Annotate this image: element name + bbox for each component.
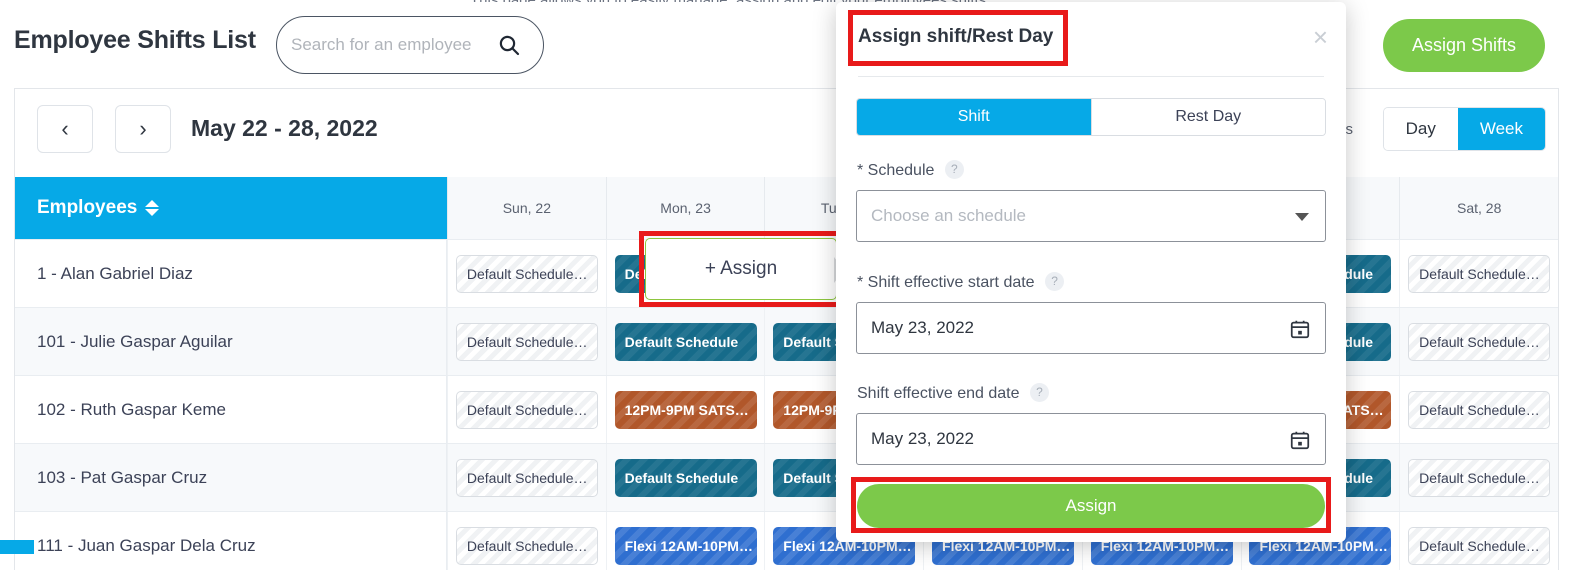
employee-name-cell: 102 - Ruth Gaspar Keme <box>15 376 447 443</box>
schedule-label: * Schedule ? <box>857 160 964 180</box>
shift-chip[interactable]: Default Schedule… <box>455 390 598 429</box>
shift-chip[interactable]: Default Schedule… <box>1408 390 1551 429</box>
chevron-down-icon[interactable] <box>1295 213 1309 221</box>
shift-cell[interactable]: Default Schedule… <box>1399 240 1558 307</box>
column-header-day: Mon, 23 <box>605 177 765 239</box>
start-date-value: May 23, 2022 <box>871 318 975 337</box>
shift-chip[interactable]: Default Schedule <box>614 458 757 497</box>
column-header-day: Sun, 22 <box>447 177 606 239</box>
assign-popover-label: + Assign <box>704 258 778 279</box>
shift-cell[interactable]: Default Schedule… <box>447 308 606 375</box>
shift-chip[interactable]: Default Schedule… <box>455 322 598 361</box>
shift-chip[interactable]: Default Schedule <box>614 322 757 361</box>
toolbar-trailing-text: s <box>1345 121 1354 138</box>
sort-updown-icon[interactable] <box>145 199 160 217</box>
column-header-day: Sat, 28 <box>1399 177 1559 239</box>
search-box[interactable] <box>276 16 544 74</box>
shift-chip[interactable]: 12PM-9PM SATS… <box>614 390 757 429</box>
shift-cell[interactable]: Flexi 12AM-10PM… <box>605 512 765 570</box>
assign-shift-modal: Assign shift/Rest Day × Shift Rest Day *… <box>836 2 1346 542</box>
modal-title: Assign shift/Rest Day <box>858 26 1054 47</box>
shift-chip[interactable]: Default Schedule… <box>1408 322 1551 361</box>
shift-cell[interactable]: Default Schedule… <box>447 444 606 511</box>
search-icon[interactable] <box>497 33 521 57</box>
end-date-label: Shift effective end date ? <box>857 383 1049 403</box>
view-mode-week[interactable]: Week <box>1457 108 1545 150</box>
tab-rest-day[interactable]: Rest Day <box>1090 99 1325 135</box>
employee-shifts-page: This page allows you to easily manage, a… <box>0 0 1574 570</box>
start-date-label-text: * Shift effective start date <box>857 274 1035 291</box>
employee-name-cell: 111 - Juan Gaspar Dela Cruz <box>15 512 447 570</box>
help-icon[interactable]: ? <box>944 160 964 179</box>
schedule-select-value: Choose an schedule <box>871 206 1027 225</box>
search-input[interactable] <box>291 17 496 73</box>
calendar-icon[interactable] <box>1289 429 1311 451</box>
shift-chip[interactable]: Default Schedule… <box>1408 254 1551 293</box>
view-mode-toggle[interactable]: Day Week <box>1382 107 1546 151</box>
help-icon[interactable]: ? <box>1045 272 1065 291</box>
shift-cell[interactable]: Default Schedule… <box>1399 444 1558 511</box>
end-date-value: May 23, 2022 <box>871 429 975 448</box>
shift-cell[interactable]: Default Schedule <box>605 308 765 375</box>
help-icon[interactable]: ? <box>1029 383 1049 402</box>
shift-chip[interactable]: Default Schedule… <box>1408 526 1551 565</box>
close-icon[interactable]: × <box>1313 24 1328 50</box>
schedule-label-text: * Schedule <box>857 162 935 179</box>
employee-name-cell: 1 - Alan Gabriel Diaz <box>15 240 447 307</box>
employee-name-cell: 103 - Pat Gaspar Cruz <box>15 444 447 511</box>
end-date-input[interactable]: May 23, 2022 <box>856 413 1326 465</box>
shift-cell[interactable]: Default Schedule… <box>447 512 606 570</box>
shift-cell[interactable]: Default Schedule… <box>1399 512 1558 570</box>
bottom-scroll-indicator[interactable] <box>0 540 34 554</box>
tab-shift[interactable]: Shift <box>857 99 1091 135</box>
end-date-label-text: Shift effective end date <box>857 385 1020 402</box>
shift-cell[interactable]: 12PM-9PM SATS… <box>605 376 765 443</box>
assign-popover[interactable]: + Assign <box>645 238 845 300</box>
shift-chip[interactable]: Default Schedule… <box>1408 458 1551 497</box>
modal-divider <box>858 76 1324 77</box>
shift-chip[interactable]: Default Schedule… <box>455 458 598 497</box>
shift-cell[interactable]: Default Schedule… <box>447 240 606 307</box>
shift-resday-tabs[interactable]: Shift Rest Day <box>856 98 1326 136</box>
page-title: Employee Shifts List <box>14 26 256 54</box>
shift-cell[interactable]: Default Schedule <box>605 444 765 511</box>
prev-week-button[interactable]: ‹ <box>37 105 93 153</box>
modal-assign-button[interactable]: Assign <box>857 484 1325 528</box>
column-header-employees-label: Employees <box>37 197 138 218</box>
shift-cell[interactable]: Default Schedule… <box>1399 376 1558 443</box>
calendar-icon[interactable] <box>1289 318 1311 340</box>
shift-cell[interactable]: Default Schedule… <box>447 376 606 443</box>
start-date-input[interactable]: May 23, 2022 <box>856 302 1326 354</box>
shift-cell[interactable]: Default Schedule… <box>1399 308 1558 375</box>
shift-chip[interactable]: Default Schedule… <box>455 526 598 565</box>
column-header-employees[interactable]: Employees <box>15 177 447 239</box>
week-range-label: May 22 - 28, 2022 <box>191 115 378 141</box>
start-date-label: * Shift effective start date ? <box>857 272 1065 292</box>
schedule-select[interactable]: Choose an schedule <box>856 190 1326 242</box>
employee-name-cell: 101 - Julie Gaspar Aguilar <box>15 308 447 375</box>
next-week-button[interactable]: › <box>115 105 171 153</box>
assign-shifts-button[interactable]: Assign Shifts <box>1383 19 1545 72</box>
shift-chip[interactable]: Flexi 12AM-10PM… <box>614 526 757 565</box>
shift-chip[interactable]: Default Schedule… <box>455 254 598 293</box>
view-mode-day[interactable]: Day <box>1383 108 1458 150</box>
